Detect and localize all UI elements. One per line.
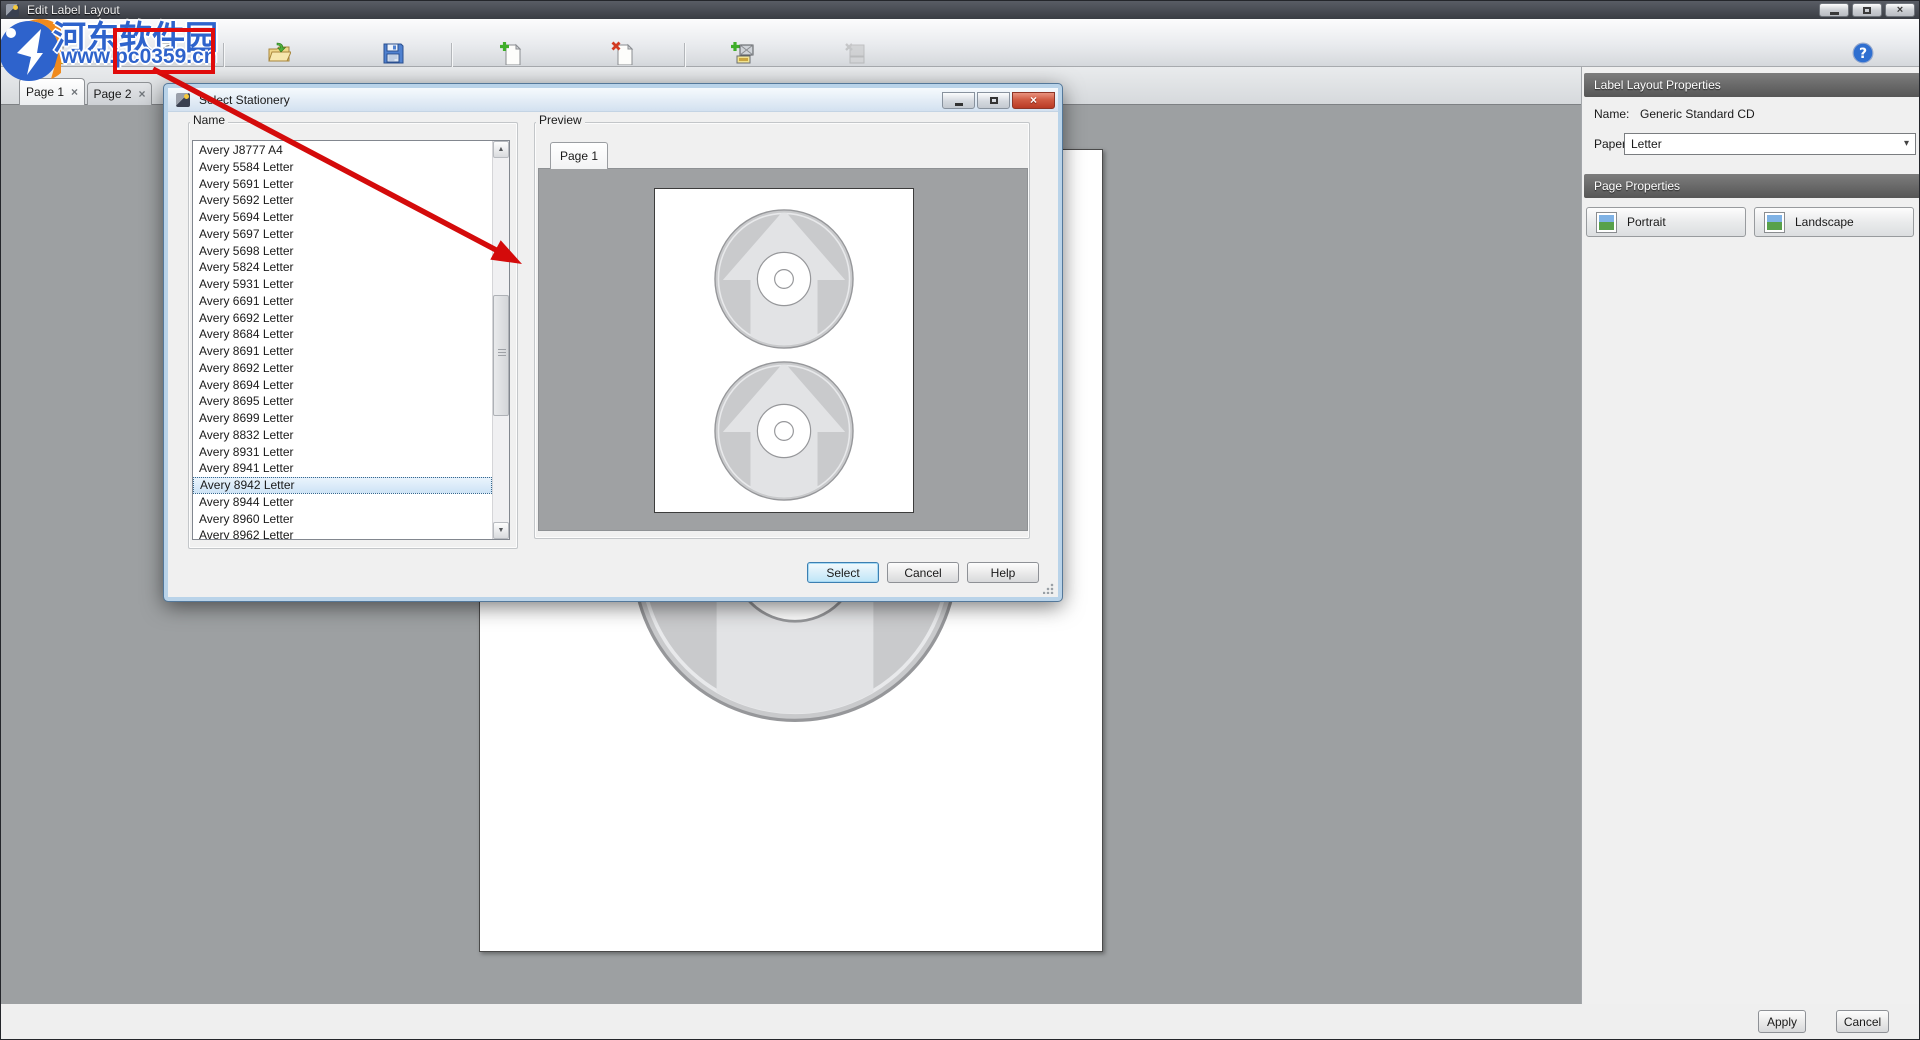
minimize-icon	[955, 103, 963, 106]
stationery-list-item[interactable]: Avery 5692 Letter	[193, 192, 492, 209]
preview-group-label: Preview	[536, 113, 585, 127]
dialog-cancel-button[interactable]: Cancel	[887, 562, 959, 583]
stationery-list-item[interactable]: Avery 8695 Letter	[193, 393, 492, 410]
stationery-list-item[interactable]: Avery 5694 Letter	[193, 209, 492, 226]
minimize-icon	[1830, 12, 1839, 15]
landscape-button[interactable]: Landscape	[1754, 207, 1914, 237]
tab-close-icon[interactable]: ×	[71, 87, 78, 97]
stationery-list-item[interactable]: Avery 8694 Letter	[193, 377, 492, 394]
scroll-up-button[interactable]: ▲	[493, 141, 509, 158]
name-label: Name:	[1594, 107, 1629, 121]
select-button[interactable]: Select	[807, 562, 879, 583]
app-icon	[6, 4, 19, 17]
minimize-button[interactable]	[1819, 3, 1849, 17]
properties-panel: Label Layout Properties Name: Generic St…	[1581, 67, 1920, 1004]
dialog-help-button[interactable]: Help	[967, 562, 1039, 583]
preview-tab-label: Page 1	[560, 149, 598, 163]
footer-cancel-button[interactable]: Cancel	[1836, 1010, 1889, 1033]
portrait-icon	[1596, 212, 1617, 233]
dialog-titlebar[interactable]: Select Stationery ×	[168, 88, 1058, 112]
stationery-list-item[interactable]: Avery 5691 Letter	[193, 176, 492, 193]
stationery-list-item[interactable]: Avery 8832 Letter	[193, 427, 492, 444]
remove-page-icon	[611, 41, 635, 65]
restore-icon	[1863, 7, 1871, 14]
tab-page-2-label: Page 2	[93, 87, 131, 101]
close-icon: ×	[1897, 5, 1903, 15]
tab-page-1-label: Page 1	[26, 85, 64, 99]
portrait-label: Portrait	[1627, 215, 1666, 229]
stationery-list[interactable]: Avery J8777 A4 Avery 5584 Letter Avery 5…	[192, 140, 510, 540]
list-scrollbar[interactable]: ▲ ▼	[492, 141, 509, 539]
restore-button[interactable]	[1852, 3, 1882, 17]
stationery-list-item[interactable]: Avery 6691 Letter	[193, 293, 492, 310]
app-window: Edit Label Layout × New Stationery Impor…	[0, 0, 1920, 1040]
tab-close-icon[interactable]: ×	[139, 89, 146, 99]
apply-button[interactable]: Apply	[1758, 1010, 1806, 1033]
stationery-list-item[interactable]: Avery 5824 Letter	[193, 259, 492, 276]
stationery-list-item[interactable]: Avery 5931 Letter	[193, 276, 492, 293]
maximize-icon	[990, 97, 998, 104]
stationery-list-item[interactable]: Avery 8941 Letter	[193, 460, 492, 477]
stationery-list-item[interactable]: Avery 8942 Letter	[193, 477, 492, 494]
resize-grip[interactable]	[1043, 583, 1054, 594]
svg-text:?: ?	[1859, 46, 1867, 62]
preview-page	[654, 188, 914, 513]
stationery-list-item[interactable]: Avery 5584 Letter	[193, 159, 492, 176]
window-title: Edit Label Layout	[27, 3, 120, 17]
add-template-icon	[731, 41, 755, 65]
name-group-label: Name	[190, 113, 228, 127]
dialog-title: Select Stationery	[199, 93, 290, 107]
dialog-client: Name Avery J8777 A4 Avery 5584 Letter Av…	[168, 112, 1058, 597]
stationery-list-item[interactable]: Avery 6692 Letter	[193, 310, 492, 327]
label-layout-properties-header: Label Layout Properties	[1584, 73, 1920, 97]
scroll-thumb[interactable]	[493, 295, 509, 416]
dialog-icon	[176, 93, 190, 107]
toolbar: New Stationery Import Export Add Page Re…	[1, 19, 1920, 67]
cd-label-preview	[655, 189, 913, 512]
portrait-button[interactable]: Portrait	[1586, 207, 1746, 237]
paper-select[interactable]: Letter ▾	[1624, 133, 1916, 155]
close-icon: ×	[1030, 95, 1037, 106]
help-icon: ?	[1851, 41, 1875, 65]
stationery-list-item[interactable]: Avery 8699 Letter	[193, 410, 492, 427]
chevron-down-icon: ▾	[1904, 138, 1909, 149]
dialog-close-button[interactable]: ×	[1012, 92, 1055, 109]
close-button[interactable]: ×	[1885, 3, 1915, 17]
tab-page-2[interactable]: Page 2 ×	[87, 82, 152, 105]
stationery-list-item[interactable]: Avery 5697 Letter	[193, 226, 492, 243]
import-folder-icon	[267, 41, 291, 65]
new-document-icon	[44, 41, 68, 65]
stationery-list-item[interactable]: Avery 8684 Letter	[193, 326, 492, 343]
stationery-list-item[interactable]: Avery 8962 Letter	[193, 527, 492, 540]
stationery-list-item[interactable]: Avery 8944 Letter	[193, 494, 492, 511]
window-titlebar: Edit Label Layout ×	[1, 1, 1920, 19]
dialog-maximize-button[interactable]	[977, 92, 1010, 109]
dialog-minimize-button[interactable]	[942, 92, 975, 109]
stationery-list-item[interactable]: Avery 8691 Letter	[193, 343, 492, 360]
scroll-down-button[interactable]: ▼	[493, 522, 509, 539]
select-stationery-dialog: Select Stationery × Name Avery J8777 A4 …	[164, 84, 1062, 601]
annotation-highlight-rect	[113, 28, 215, 74]
stationery-list-item[interactable]: Avery 5698 Letter	[193, 243, 492, 260]
stationery-list-item[interactable]: Avery 8931 Letter	[193, 444, 492, 461]
landscape-icon	[1764, 212, 1785, 233]
stationery-list-item[interactable]: Avery 8960 Letter	[193, 511, 492, 528]
remove-template-icon	[844, 41, 868, 65]
name-value: Generic Standard CD	[1640, 107, 1755, 121]
tab-page-1[interactable]: Page 1 ×	[19, 78, 85, 105]
stationery-list-item[interactable]: Avery J8777 A4	[193, 142, 492, 159]
footer-bar: Apply Cancel	[1, 1004, 1920, 1040]
page-properties-header: Page Properties	[1584, 174, 1920, 198]
preview-area	[538, 168, 1028, 531]
landscape-label: Landscape	[1795, 215, 1854, 229]
paper-select-value: Letter	[1631, 137, 1662, 151]
stationery-list-item[interactable]: Avery 8692 Letter	[193, 360, 492, 377]
add-page-icon	[499, 41, 523, 65]
export-floppy-icon	[381, 41, 405, 65]
preview-tab-page-1[interactable]: Page 1	[550, 142, 608, 169]
